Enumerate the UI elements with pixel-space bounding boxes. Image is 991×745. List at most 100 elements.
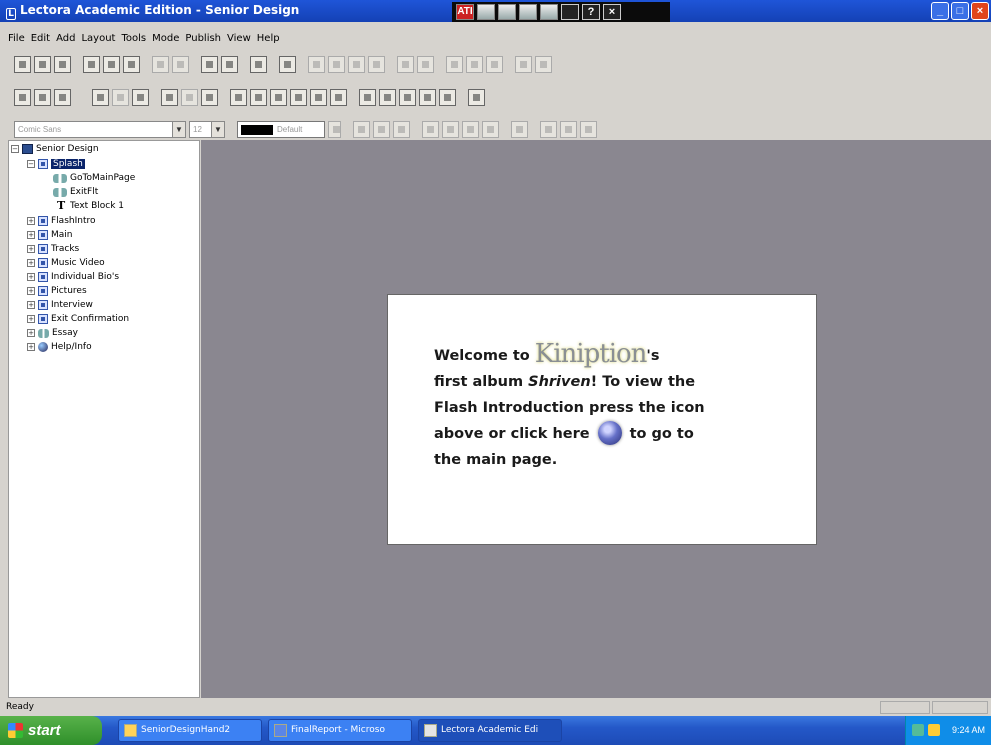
display-icon[interactable] <box>477 4 495 20</box>
tree-item-page[interactable]: + Exit Confirmation <box>27 313 129 325</box>
open-icon[interactable] <box>34 56 51 73</box>
expand-icon[interactable]: + <box>27 329 35 337</box>
go-to-main-button[interactable] <box>597 421 622 445</box>
page-canvas[interactable]: Welcome to Kiniption's first album Shriv… <box>201 140 991 698</box>
same-width-icon[interactable] <box>446 56 463 73</box>
expand-icon[interactable]: + <box>27 231 35 239</box>
minimize-icon[interactable] <box>561 4 579 20</box>
menu-view[interactable]: View <box>227 33 251 49</box>
tree-item-textblock1[interactable]: T Text Block 1 <box>57 200 124 212</box>
replace-icon[interactable] <box>221 56 238 73</box>
menu-add[interactable]: Add <box>56 33 75 49</box>
spell-check-icon[interactable] <box>540 121 557 138</box>
add-image-icon[interactable] <box>250 89 267 106</box>
align-right-icon[interactable] <box>348 56 365 73</box>
align-left-icon[interactable] <box>308 56 325 73</box>
add-action-icon[interactable] <box>92 89 109 106</box>
align-center-icon[interactable] <box>328 56 345 73</box>
add-form-icon[interactable] <box>419 89 436 106</box>
ati-icon[interactable]: ATI <box>456 4 474 20</box>
new-icon[interactable] <box>14 56 31 73</box>
add-menu-icon[interactable] <box>399 89 416 106</box>
text-color-picker[interactable]: Default <box>237 121 325 138</box>
text-justify-icon[interactable] <box>482 121 499 138</box>
chevron-down-icon[interactable] <box>328 121 341 138</box>
tree-item-page[interactable]: + Interview <box>27 299 93 311</box>
gauge-icon[interactable] <box>540 4 558 20</box>
splash-text-block[interactable]: Welcome to Kiniption's first album Shriv… <box>387 294 817 545</box>
taskbar-item[interactable]: FinalReport - Microso <box>268 719 412 742</box>
tree-item-page[interactable]: + Tracks <box>27 243 79 255</box>
minimize-button[interactable]: _ <box>931 2 949 20</box>
send-back-icon[interactable] <box>535 56 552 73</box>
add-question-icon[interactable] <box>201 89 218 106</box>
undo-icon[interactable] <box>152 56 169 73</box>
add-video-icon[interactable] <box>310 89 327 106</box>
add-entry-field-icon[interactable] <box>439 89 456 106</box>
find-icon[interactable] <box>201 56 218 73</box>
menu-help[interactable]: Help <box>257 33 280 49</box>
italic-icon[interactable] <box>373 121 390 138</box>
underline-icon[interactable] <box>393 121 410 138</box>
expand-icon[interactable]: + <box>27 273 35 281</box>
distribute-h-icon[interactable] <box>397 56 414 73</box>
outdent-icon[interactable] <box>580 121 597 138</box>
same-height-icon[interactable] <box>466 56 483 73</box>
maximize-button[interactable]: □ <box>951 2 969 20</box>
distribute-v-icon[interactable] <box>417 56 434 73</box>
add-group-icon[interactable] <box>112 89 129 106</box>
tree-item-exitflt[interactable]: ExitFlt <box>53 186 98 198</box>
add-audio-icon[interactable] <box>290 89 307 106</box>
tree-item-help[interactable]: + Help/Info <box>27 341 92 353</box>
indent-icon[interactable] <box>560 121 577 138</box>
tree-root[interactable]: − Senior Design <box>11 143 99 155</box>
help-icon[interactable]: ? <box>582 4 600 20</box>
chevron-down-icon[interactable]: ▼ <box>172 122 185 137</box>
help-toolbar-icon[interactable] <box>279 56 296 73</box>
cut-icon[interactable] <box>83 56 100 73</box>
settings-icon[interactable] <box>519 4 537 20</box>
expand-icon[interactable]: + <box>27 301 35 309</box>
add-survey-icon[interactable] <box>181 89 198 106</box>
text-align-right-icon[interactable] <box>462 121 479 138</box>
add-document-icon[interactable] <box>330 89 347 106</box>
add-progress-bar-icon[interactable] <box>379 89 396 106</box>
taskbar-item[interactable]: SeniorDesignHand2 <box>118 719 262 742</box>
expand-icon[interactable]: + <box>27 217 35 225</box>
font-name-select[interactable]: Comic Sans ▼ <box>14 121 186 138</box>
add-animation-icon[interactable] <box>270 89 287 106</box>
close-button[interactable]: × <box>971 2 989 20</box>
start-button[interactable]: start <box>0 716 102 745</box>
tree-item-page[interactable]: + Pictures <box>27 285 87 297</box>
collapse-icon[interactable]: − <box>11 145 19 153</box>
menu-mode[interactable]: Mode <box>152 33 179 49</box>
tree-item-gotomainpage[interactable]: GoToMainPage <box>53 172 135 184</box>
network-icon[interactable] <box>912 724 924 736</box>
menu-layout[interactable]: Layout <box>81 33 115 49</box>
menu-edit[interactable]: Edit <box>31 33 50 49</box>
add-frame-icon[interactable] <box>132 89 149 106</box>
add-chapter-icon[interactable] <box>14 89 31 106</box>
add-shape-icon[interactable] <box>468 89 485 106</box>
expand-icon[interactable]: + <box>27 259 35 267</box>
tree-item-splash[interactable]: − Splash <box>27 158 85 170</box>
add-text-icon[interactable] <box>230 89 247 106</box>
paste-icon[interactable] <box>123 56 140 73</box>
chevron-down-icon[interactable]: ▼ <box>211 122 224 137</box>
monitor-icon[interactable] <box>498 4 516 20</box>
expand-icon[interactable]: + <box>27 287 35 295</box>
expand-icon[interactable]: + <box>27 245 35 253</box>
add-page-icon[interactable] <box>54 89 71 106</box>
expand-icon[interactable]: + <box>27 343 35 351</box>
add-button-icon[interactable] <box>359 89 376 106</box>
taskbar-item[interactable]: Lectora Academic Edi <box>418 719 562 742</box>
expand-icon[interactable]: + <box>27 315 35 323</box>
add-test-icon[interactable] <box>161 89 178 106</box>
ati-tray-icon[interactable] <box>928 724 940 736</box>
tree-item-essay[interactable]: + Essay <box>27 327 78 339</box>
collapse-icon[interactable]: − <box>27 160 35 168</box>
tree-item-page[interactable]: + FlashIntro <box>27 215 95 227</box>
tree-item-page[interactable]: + Individual Bio's <box>27 271 119 283</box>
save-icon[interactable] <box>54 56 71 73</box>
bold-icon[interactable] <box>353 121 370 138</box>
